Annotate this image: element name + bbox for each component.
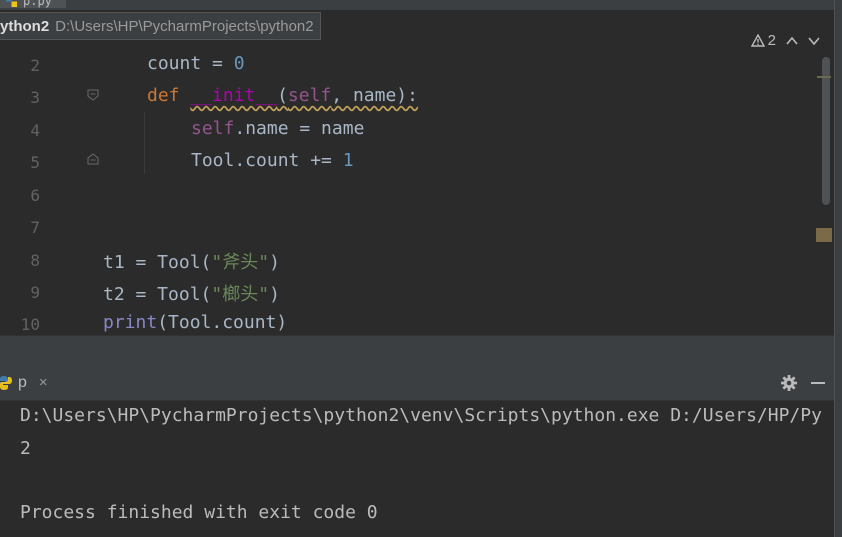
run-tab-label: p (18, 373, 27, 391)
code-line-2[interactable]: count = 0 (147, 53, 245, 74)
code-token: Tool.count += (191, 150, 343, 171)
line-number: 4 (30, 121, 40, 140)
warning-icon (750, 34, 765, 47)
minimize-icon[interactable] (810, 375, 826, 391)
scroll-warning-stripe[interactable] (816, 228, 832, 242)
editor-tab-strip: p.py (0, 0, 842, 10)
code-token: count (147, 53, 202, 74)
project-name[interactable]: ython2 (0, 18, 49, 35)
line-number: 5 (30, 153, 40, 172)
code-token: self (287, 85, 332, 106)
scroll-error-stripe[interactable] (817, 76, 831, 78)
run-toolbar (780, 365, 826, 400)
line-number: 2 (30, 56, 40, 75)
code-line-4[interactable]: self.name = name (191, 118, 364, 139)
line-number: 6 (30, 186, 40, 205)
code-token: 0 (233, 53, 245, 74)
editor-tab[interactable]: p.py (0, 0, 66, 8)
code-token: (Tool.count) (157, 312, 288, 333)
code-line-9[interactable]: t2 = Tool("榔头") (103, 280, 280, 306)
python-file-icon (6, 0, 17, 7)
code-token: .name = name (234, 118, 365, 139)
run-toolwindow-header: p × (0, 365, 834, 401)
editor-scrollbar[interactable] (822, 57, 830, 205)
code-token: ) (269, 284, 280, 305)
breadcrumb: ython2 D:\Users\HP\PycharmProjects\pytho… (0, 12, 321, 40)
line-number: 7 (30, 218, 40, 237)
line-number: 10 (20, 315, 40, 334)
warning-indicator[interactable]: 2 (750, 32, 776, 49)
code-token: 1 (342, 150, 354, 171)
fold-end-marker-icon[interactable] (87, 153, 99, 165)
code-line-10[interactable]: print(Tool.count) (103, 312, 287, 333)
run-tab[interactable]: p × (0, 365, 58, 400)
code-token: ( (277, 85, 288, 106)
code-token: "斧头" (211, 252, 270, 273)
run-console[interactable]: D:\Users\HP\PycharmProjects\python2\venv… (0, 401, 834, 537)
console-line: 2 (20, 438, 31, 459)
editor-tab-label: p.py (23, 0, 52, 8)
warning-count: 2 (767, 32, 776, 49)
line-number: 9 (30, 283, 40, 302)
code-line-3[interactable]: def __init__(self, name): (147, 85, 418, 106)
code-token: = (201, 53, 234, 74)
panel-splitter[interactable] (0, 335, 834, 366)
project-path: D:\Users\HP\PycharmProjects\python2 (55, 17, 314, 35)
code-token: print (103, 312, 158, 333)
code-editor[interactable]: 2 3 4 5 6 7 8 9 10 count = 0 def __init_… (0, 12, 834, 335)
close-icon[interactable]: × (39, 374, 48, 391)
gear-icon[interactable] (780, 374, 798, 392)
code-line-8[interactable]: t1 = Tool("斧头") (103, 248, 280, 274)
code-token: t2 = Tool( (103, 284, 212, 305)
chevron-down-icon[interactable] (808, 36, 820, 46)
fold-marker-icon[interactable] (87, 89, 99, 101)
code-token: self (191, 118, 235, 139)
code-token: t1 = Tool( (103, 252, 212, 273)
code-token: "榔头" (211, 284, 270, 305)
code-token: def (147, 85, 180, 106)
code-line-5[interactable]: Tool.count += 1 (191, 150, 354, 171)
python-icon (0, 375, 12, 390)
chevron-up-icon[interactable] (786, 36, 798, 46)
line-number: 8 (30, 251, 40, 270)
code-token: ) (269, 252, 280, 273)
inspection-widget[interactable]: 2 (750, 32, 820, 49)
code-token: __init__ (190, 85, 278, 106)
right-tool-stripe (834, 0, 842, 537)
code-token: , name): (331, 85, 418, 106)
line-number: 3 (30, 88, 40, 107)
indent-guide (144, 112, 145, 174)
console-line: Process finished with exit code 0 (20, 502, 378, 523)
console-line: D:\Users\HP\PycharmProjects\python2\venv… (20, 405, 822, 426)
